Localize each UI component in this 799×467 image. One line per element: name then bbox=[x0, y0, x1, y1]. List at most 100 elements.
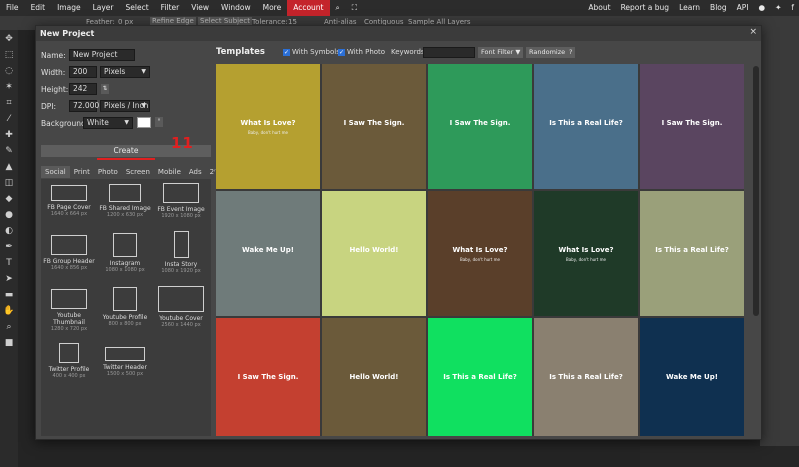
tab-ads[interactable]: Ads bbox=[185, 166, 206, 178]
template-scrollbar[interactable] bbox=[753, 66, 759, 316]
width-unit-select[interactable]: Pixels ▼ bbox=[100, 66, 150, 78]
menu-view[interactable]: View bbox=[185, 0, 215, 16]
eyedropper-tool-icon[interactable]: ⁄ bbox=[2, 112, 16, 126]
refine-edge-button[interactable]: Refine Edge bbox=[150, 17, 196, 25]
template-tile[interactable]: What Is Love? Baby, don't hurt me bbox=[216, 64, 320, 189]
template-tile[interactable]: Wake Me Up! bbox=[216, 191, 320, 316]
preset-name: FB Event Image bbox=[157, 206, 205, 213]
preset-youtube-profile[interactable]: Youtube Profile 800 x 800 px bbox=[97, 285, 153, 340]
with-symbols-checkbox[interactable]: ✓ With Symbols bbox=[283, 48, 340, 56]
randomize-button[interactable]: Randomize bbox=[526, 47, 569, 58]
help-button[interactable]: ? bbox=[566, 47, 576, 58]
menu-filter[interactable]: Filter bbox=[155, 0, 186, 16]
preset-twitter-header[interactable]: Twitter Header 1500 x 500 px bbox=[97, 339, 153, 394]
preset-instagram[interactable]: Instagram 1080 x 1080 px bbox=[97, 231, 153, 286]
background-color-swatch[interactable] bbox=[137, 117, 151, 128]
brush-tool-icon[interactable]: ✎ bbox=[2, 144, 16, 158]
preset-insta-story[interactable]: Insta Story 1080 x 1920 px bbox=[153, 231, 209, 286]
dodge-tool-icon[interactable]: ◐ bbox=[2, 224, 16, 238]
color-swatch-icon[interactable]: ■ bbox=[2, 336, 16, 350]
with-photo-label: With Photo bbox=[347, 48, 386, 56]
twitter-icon[interactable]: ✦ bbox=[770, 0, 786, 16]
shape-tool-icon[interactable]: ▬ bbox=[2, 288, 16, 302]
path-select-tool-icon[interactable]: ➤ bbox=[2, 272, 16, 286]
move-tool-icon[interactable]: ✥ bbox=[2, 32, 16, 46]
menu-edit[interactable]: Edit bbox=[25, 0, 52, 16]
template-tile[interactable]: Is This a Real Life? bbox=[640, 191, 744, 316]
preset-twitter-profile[interactable]: Twitter Profile 400 x 400 px bbox=[41, 339, 97, 394]
font-filter-button[interactable]: Font Filter ▼ bbox=[478, 47, 524, 58]
menu-file[interactable]: File bbox=[0, 0, 25, 16]
width-label: Width: bbox=[41, 68, 66, 77]
pen-tool-icon[interactable]: ✒ bbox=[2, 240, 16, 254]
preset-thumbnail bbox=[173, 231, 189, 258]
template-tile[interactable]: I Saw The Sign. bbox=[216, 318, 320, 436]
template-tile[interactable]: Is This a Real Life? bbox=[428, 318, 532, 436]
template-tile[interactable]: I Saw The Sign. bbox=[428, 64, 532, 189]
eraser-tool-icon[interactable]: ◫ bbox=[2, 176, 16, 190]
hand-tool-icon[interactable]: ✋ bbox=[2, 304, 16, 318]
preset-size: 1280 x 720 px bbox=[50, 326, 88, 332]
keywords-input[interactable] bbox=[423, 47, 475, 58]
menu-report-bug[interactable]: Report a bug bbox=[616, 0, 675, 16]
link-aspect-icon[interactable]: ⇅ bbox=[101, 84, 109, 94]
tab-print[interactable]: Print bbox=[70, 166, 94, 178]
width-input[interactable]: 200 bbox=[69, 66, 97, 78]
zoom-tool-icon[interactable]: ⌕ bbox=[2, 320, 16, 334]
height-input[interactable]: 242 bbox=[69, 83, 97, 95]
template-tile[interactable]: Hello World! bbox=[322, 191, 426, 316]
dpi-input[interactable]: 72.000 bbox=[69, 100, 99, 112]
blur-tool-icon[interactable]: ● bbox=[2, 208, 16, 222]
template-tile[interactable]: What Is Love? Baby, don't hurt me bbox=[428, 191, 532, 316]
preset-fb-page-cover[interactable]: FB Page Cover 1640 x 664 px bbox=[41, 179, 97, 234]
menu-select[interactable]: Select bbox=[120, 0, 155, 16]
template-tile[interactable]: Is This a Real Life? bbox=[534, 318, 638, 436]
reddit-icon[interactable]: ● bbox=[754, 0, 771, 16]
template-tile[interactable]: What Is Love? Baby, don't hurt me bbox=[534, 191, 638, 316]
preset-fb-shared-image[interactable]: FB Shared Image 1200 x 630 px bbox=[97, 179, 153, 234]
template-tile[interactable]: Wake Me Up! bbox=[640, 318, 744, 436]
preset-size: 1640 x 664 px bbox=[50, 211, 88, 217]
template-grid: What Is Love? Baby, don't hurt me I Saw Th… bbox=[216, 64, 744, 436]
select-subject-button[interactable]: Select Subject bbox=[198, 17, 252, 25]
background-select[interactable]: White ▼ bbox=[83, 117, 133, 129]
menu-blog[interactable]: Blog bbox=[705, 0, 732, 16]
menu-account[interactable]: Account bbox=[287, 0, 330, 16]
wand-tool-icon[interactable]: ✶ bbox=[2, 80, 16, 94]
search-icon[interactable]: ⌕ bbox=[330, 0, 346, 16]
menu-learn[interactable]: Learn bbox=[674, 0, 705, 16]
tab-social[interactable]: Social bbox=[41, 166, 70, 178]
preset-youtube-thumbnail[interactable]: Youtube Thumbnail 1280 x 720 px bbox=[41, 285, 97, 340]
close-icon[interactable]: × bbox=[749, 27, 757, 37]
name-input[interactable]: New Project bbox=[69, 49, 135, 61]
fill-tool-icon[interactable]: ◆ bbox=[2, 192, 16, 206]
menu-api[interactable]: API bbox=[732, 0, 754, 16]
template-tile[interactable]: I Saw The Sign. bbox=[322, 64, 426, 189]
menu-image[interactable]: Image bbox=[51, 0, 87, 16]
stamp-tool-icon[interactable]: ▲ bbox=[2, 160, 16, 174]
facebook-icon[interactable]: f bbox=[786, 0, 799, 16]
preset-thumbnail bbox=[51, 289, 87, 309]
lasso-tool-icon[interactable]: ◌ bbox=[2, 64, 16, 78]
template-tile[interactable]: Is This a Real Life? bbox=[534, 64, 638, 189]
marquee-tool-icon[interactable]: ⬚ bbox=[2, 48, 16, 62]
tab-screen[interactable]: Screen bbox=[122, 166, 154, 178]
preset-youtube-cover[interactable]: Youtube Cover 2560 x 1440 px bbox=[153, 285, 209, 340]
template-tile[interactable]: Hello World! bbox=[322, 318, 426, 436]
tab-mobile[interactable]: Mobile bbox=[154, 166, 185, 178]
heal-tool-icon[interactable]: ✚ bbox=[2, 128, 16, 142]
preset-fb-event-image[interactable]: FB Event Image 1920 x 1080 px bbox=[153, 179, 209, 234]
dpi-unit-select[interactable]: Pixels / Inch ▼ bbox=[100, 100, 150, 112]
template-tile[interactable]: I Saw The Sign. bbox=[640, 64, 744, 189]
tab-photo[interactable]: Photo bbox=[94, 166, 122, 178]
crop-tool-icon[interactable]: ⌗ bbox=[2, 96, 16, 110]
type-tool-icon[interactable]: T bbox=[2, 256, 16, 270]
menu-window[interactable]: Window bbox=[215, 0, 257, 16]
preset-fb-group-header[interactable]: FB Group Header 1640 x 856 px bbox=[41, 231, 97, 286]
with-photo-checkbox[interactable]: ✓ With Photo bbox=[338, 48, 385, 56]
more-icon[interactable]: ° bbox=[155, 117, 163, 127]
fullscreen-icon[interactable]: ⛶ bbox=[346, 0, 363, 16]
menu-layer[interactable]: Layer bbox=[87, 0, 120, 16]
menu-about[interactable]: About bbox=[583, 0, 615, 16]
menu-more[interactable]: More bbox=[257, 0, 288, 16]
